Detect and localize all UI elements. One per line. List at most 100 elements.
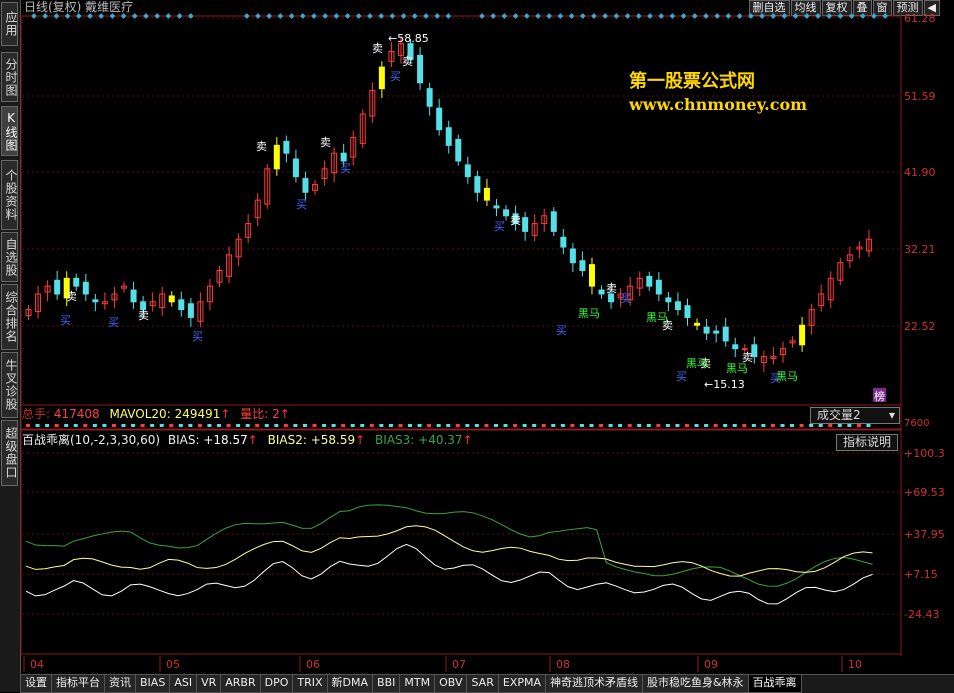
sidebar-tab-5[interactable]: 综合排名	[1, 284, 18, 350]
candle-body	[264, 168, 271, 205]
volume-indicator-select[interactable]: 成交量2 ▾	[810, 407, 900, 424]
toolbar-button-0[interactable]: 删自选	[748, 0, 790, 16]
sell-signal: 卖	[372, 42, 383, 55]
candle-body	[531, 223, 538, 236]
heima-signal: 黑马	[776, 370, 798, 383]
sidebar-tab-4[interactable]: 自选股	[1, 232, 18, 282]
candle-body	[799, 324, 806, 346]
indicator-tab-10[interactable]: BBI	[372, 675, 401, 693]
volume-bar	[188, 424, 193, 427]
sell-signal: 卖	[742, 351, 753, 364]
sidebar-tab-0[interactable]: 应用	[1, 2, 18, 46]
candle-body	[73, 277, 80, 287]
volume-bar	[140, 424, 145, 427]
chart-area[interactable]: 61.2851.5941.9032.2122.52+100.3+69.53+37…	[0, 0, 954, 692]
toolbar-button-1[interactable]: 均线	[790, 0, 821, 16]
sidebar-tab-3[interactable]: 个股资料	[1, 160, 18, 230]
toolbar-button-2[interactable]: 复权	[821, 0, 852, 16]
bias2-up-icon: ↑	[355, 433, 366, 447]
toolbar-button-3[interactable]: 叠	[852, 0, 872, 16]
buy-signal: 买	[556, 324, 567, 337]
indicator-tab-16[interactable]: 股市稳吃鱼身&林永	[641, 675, 749, 693]
indicator-tabs: 设置 指标平台 资讯 BIAS ASI VR ARBR DPO TRIX 新DMA BBI MTM OB…	[20, 674, 954, 693]
heima-signal: 黑马	[646, 311, 668, 324]
sidebar-tab-1[interactable]: 分时图	[1, 52, 18, 102]
candle-body	[694, 322, 701, 326]
heima-signal: 黑马	[578, 307, 600, 320]
indicator-tab-9[interactable]: 新DMA	[326, 675, 374, 693]
volume-bar	[560, 424, 565, 427]
bias3-value: +40.37	[418, 433, 463, 447]
volume-bar	[493, 424, 498, 427]
candle-body	[789, 340, 796, 344]
toolbar-button-6[interactable]: ◀	[923, 0, 940, 16]
volume-bar	[570, 424, 575, 427]
candle-body	[837, 262, 844, 281]
candle-body	[464, 164, 471, 178]
candle-body	[44, 285, 51, 293]
volume-bar	[713, 424, 718, 427]
volume-bar	[350, 424, 355, 427]
volume-bar	[684, 424, 689, 427]
volume-bar	[799, 424, 804, 427]
indicator-tab-4[interactable]: ASI	[169, 675, 198, 693]
indicator-tab-8[interactable]: TRIX	[292, 675, 328, 693]
volume-bar	[150, 424, 155, 427]
toolbar-button-5[interactable]: 预测	[892, 0, 923, 16]
sidebar-tab-7[interactable]: 超级盘口	[1, 420, 18, 486]
bias-line	[25, 543, 873, 605]
top-bar: 日线(复权) 戴维医疗 删自选 均线 复权叠窗预测 ◀	[20, 0, 954, 16]
bias-label: BIAS:	[167, 433, 204, 447]
candle-body	[818, 293, 825, 307]
indicator-tab-5[interactable]: VR	[196, 675, 222, 693]
indicator-tab-11[interactable]: MTM	[399, 675, 436, 693]
indicator-tab-12[interactable]: OBV	[434, 675, 468, 693]
bias-tick: +69.53	[904, 486, 945, 499]
candle-body	[665, 297, 672, 303]
indicator-tab-13[interactable]: SAR	[466, 675, 499, 693]
indicator-tab-1[interactable]: 指标平台	[51, 675, 105, 693]
indicator-tab-3[interactable]: BIAS	[135, 675, 171, 693]
volume-bar	[121, 424, 126, 427]
indicator-tab-0[interactable]: 设置	[20, 675, 52, 693]
volume-bar	[73, 424, 78, 427]
ratio-value: 2	[272, 407, 280, 421]
candle-body	[636, 277, 643, 289]
volume-bar	[379, 424, 384, 427]
buy-signal: 买	[770, 372, 781, 385]
volume-bar	[465, 424, 470, 427]
bang-badge	[873, 388, 886, 402]
toolbar-button-4[interactable]: 窗	[872, 0, 892, 16]
sell-signal: 卖	[402, 55, 413, 68]
sidebar-tab-6[interactable]: 牛叉诊股	[1, 352, 18, 418]
bias3-up-icon: ↑	[462, 433, 473, 447]
candle-body	[159, 293, 166, 309]
month-tick: 09	[704, 658, 718, 671]
indicator-tab-17[interactable]: 百战乖离	[747, 675, 802, 693]
candle-body	[579, 260, 586, 272]
buy-signal: 买	[60, 314, 71, 327]
bias-value: +18.57	[203, 433, 248, 447]
candle-body	[808, 309, 815, 326]
candle-body	[101, 301, 108, 305]
price-tick: 41.90	[904, 166, 936, 179]
indicator-help-button[interactable]: 指标说明	[836, 434, 899, 451]
indicator-tab-7[interactable]: DPO	[259, 675, 294, 693]
indicator-tab-6[interactable]: ARBR	[220, 675, 261, 693]
indicator-tab-15[interactable]: 神奇逃顶术矛盾线	[544, 675, 643, 693]
sidebar-tab-2[interactable]: K线图	[1, 106, 18, 156]
candle-body	[312, 183, 319, 191]
volume-bar	[331, 424, 336, 427]
candle-body	[846, 254, 853, 262]
candle-body	[474, 176, 481, 193]
indicator-tab-14[interactable]: EXPMA	[497, 675, 546, 693]
volume-bar	[322, 424, 327, 427]
volume-bar	[579, 424, 584, 427]
volume-info: 总手: 417408 MAVOL20: 249491↑ 量比: 2↑	[22, 407, 290, 421]
candle-body	[235, 238, 242, 258]
bias2-value: +58.59	[310, 433, 356, 447]
volume-bar	[455, 424, 460, 427]
volume-bar	[627, 424, 632, 427]
indicator-tab-2[interactable]: 资讯	[104, 675, 136, 693]
volume-bar	[761, 424, 766, 427]
